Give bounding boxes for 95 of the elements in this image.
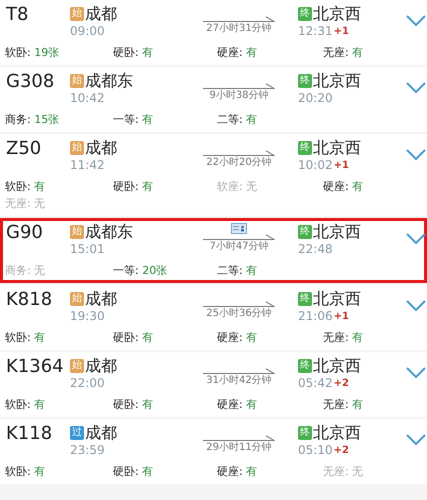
chevron-down-icon[interactable]: [406, 233, 426, 245]
travel-duration: 7小时47分钟: [209, 240, 269, 253]
travel-duration: 25小时36分钟: [206, 307, 272, 320]
train-number: Z50: [5, 138, 42, 160]
station-badge: 始: [70, 74, 84, 88]
arrival-time: 21:06: [298, 309, 333, 324]
day-offset: +1: [334, 160, 349, 171]
seat-availability: 硬座: 有: [217, 465, 258, 479]
seat-availability: 无座: 有: [323, 331, 364, 345]
departure-time: 23:59: [70, 443, 106, 458]
seat-availability: 一等: 20张: [112, 264, 168, 278]
arrival-time: 20:20: [298, 91, 333, 106]
travel-duration: 9小时38分钟: [209, 89, 269, 102]
arrival-station: 北京西: [313, 71, 361, 91]
arrival-time: 10:02: [298, 158, 333, 173]
seat-availability: 软卧: 有: [5, 465, 46, 479]
arrival-station: 北京西: [313, 423, 361, 443]
arrival-station: 北京西: [313, 356, 361, 376]
seat-availability: 硬卧: 有: [112, 46, 154, 60]
departure-time: 11:42: [70, 158, 106, 173]
departure-time: 19:30: [70, 309, 106, 324]
station-badge: 始: [70, 359, 84, 373]
train-number: G90: [5, 222, 44, 244]
travel-duration: 31小时42分钟: [206, 374, 272, 387]
seat-availability: 硬卧: 有: [112, 331, 154, 345]
travel-duration: 27小时31分钟: [206, 22, 272, 35]
seat-availability: 无座: 有: [323, 398, 364, 412]
departure-time: 10:42: [70, 91, 106, 106]
train-number: K118: [5, 423, 54, 445]
seat-availability: 软卧: 有: [5, 331, 46, 345]
seat-availability: 二等: 有: [217, 264, 258, 278]
seat-availability: 无座: 无: [5, 197, 46, 211]
arrival-time: 22:48: [298, 242, 333, 257]
station-badge: 始: [70, 292, 84, 306]
seat-availability: 硬卧: 有: [112, 180, 154, 194]
station-badge: 始: [70, 141, 84, 155]
seat-availability: 无座: 有: [323, 46, 364, 60]
departure-station: 成都: [85, 356, 117, 376]
departure-station: 成都: [85, 4, 117, 24]
chevron-down-icon[interactable]: [406, 434, 426, 446]
station-badge: 终: [298, 225, 312, 239]
day-offset: +2: [334, 445, 349, 456]
station-badge: 始: [70, 225, 84, 239]
seat-availability: 硬座: 有: [323, 180, 364, 194]
chevron-down-icon[interactable]: [406, 15, 426, 27]
departure-time: 22:00: [70, 376, 106, 391]
arrival-station: 北京西: [313, 4, 361, 24]
chevron-down-icon[interactable]: [406, 149, 426, 161]
day-offset: +1: [334, 26, 349, 37]
day-offset: +1: [334, 311, 349, 322]
departure-station: 成都: [85, 138, 117, 158]
station-badge: 终: [298, 426, 312, 440]
arrival-time: 12:31: [298, 24, 333, 39]
departure-station: 成都东: [85, 71, 133, 91]
station-badge: 终: [298, 7, 312, 21]
seat-availability: 软卧: 19张: [5, 46, 60, 60]
seat-availability: 无座: 无: [323, 465, 364, 479]
departure-time: 15:01: [70, 242, 106, 257]
seat-availability: 硬座: 有: [217, 46, 258, 60]
departure-station: 成都东: [85, 222, 133, 242]
station-badge: 终: [298, 292, 312, 306]
seat-availability: 硬卧: 有: [112, 465, 154, 479]
arrival-time: 05:10: [298, 443, 333, 458]
train-number: K1364: [5, 356, 65, 378]
departure-station: 成都: [85, 423, 117, 443]
train-number: K818: [5, 289, 54, 311]
seat-availability: 硬座: 有: [217, 398, 258, 412]
day-offset: +2: [334, 378, 349, 389]
chevron-down-icon[interactable]: [406, 300, 426, 312]
seat-availability: 二等: 有: [217, 113, 258, 127]
chevron-down-icon[interactable]: [406, 367, 426, 379]
train-number: G308: [5, 71, 56, 93]
seat-availability: 软座: 无: [217, 180, 258, 194]
chevron-down-icon[interactable]: [406, 82, 426, 94]
seat-availability: 硬卧: 有: [112, 398, 154, 412]
seat-availability: 硬座: 有: [217, 331, 258, 345]
seat-availability: 软卧: 有: [5, 180, 46, 194]
seat-availability: 商务: 无: [5, 264, 46, 278]
departure-station: 成都: [85, 289, 117, 309]
station-badge: 终: [298, 359, 312, 373]
arrival-station: 北京西: [313, 289, 361, 309]
departure-time: 09:00: [70, 24, 106, 39]
arrival-time: 05:42: [298, 376, 333, 391]
arrival-station: 北京西: [313, 138, 361, 158]
station-badge: 过: [70, 426, 84, 440]
station-badge: 终: [298, 141, 312, 155]
travel-duration: 22小时20分钟: [206, 156, 272, 169]
station-badge: 始: [70, 7, 84, 21]
seat-availability: 软卧: 有: [5, 398, 46, 412]
seat-availability: 一等: 有: [112, 113, 154, 127]
station-badge: 终: [298, 74, 312, 88]
seat-availability: 商务: 15张: [5, 113, 60, 127]
travel-duration: 29小时11分钟: [206, 441, 272, 454]
arrival-station: 北京西: [313, 222, 361, 242]
train-number: T8: [5, 4, 30, 26]
